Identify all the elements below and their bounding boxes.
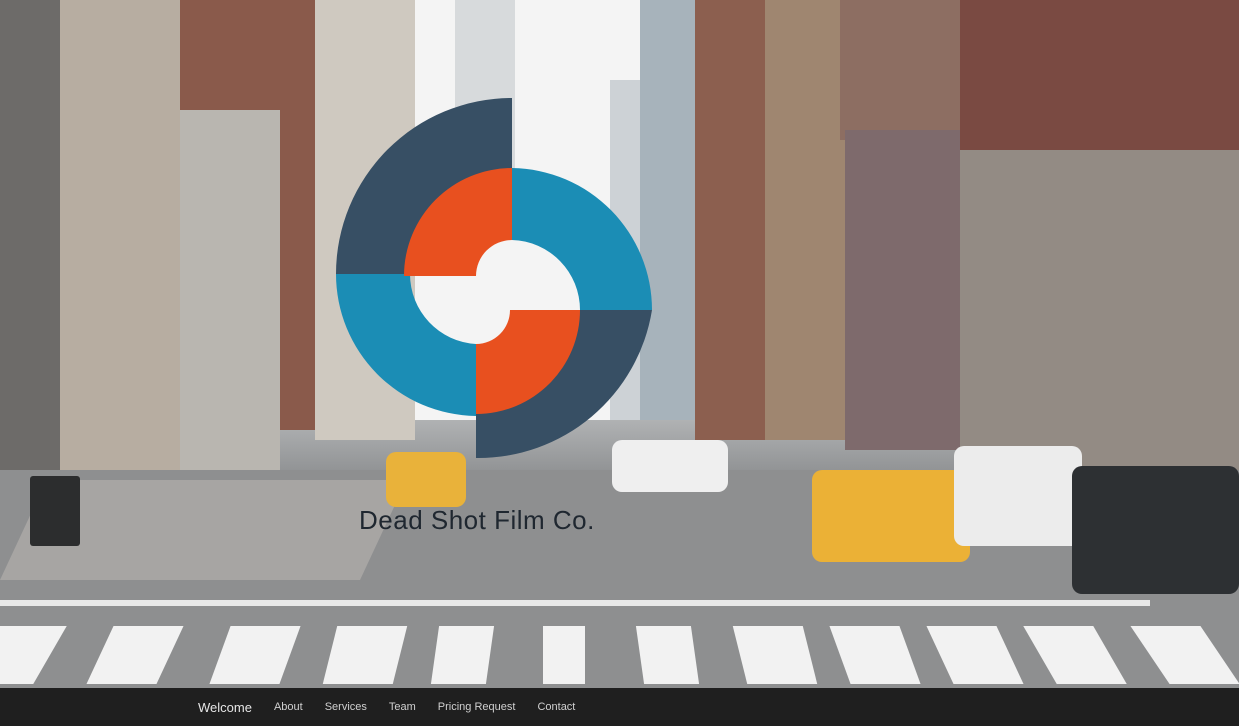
main-navbar: Welcome About Services Team Pricing Requ…	[0, 688, 1239, 726]
nav-item-about[interactable]: About	[274, 701, 303, 713]
crosswalk-stripe	[430, 626, 495, 684]
nav-item-team[interactable]: Team	[389, 701, 416, 713]
van	[954, 446, 1082, 546]
building	[180, 110, 280, 490]
nav-item-welcome[interactable]: Welcome	[198, 700, 252, 715]
nav-list: Welcome About Services Team Pricing Requ…	[198, 700, 597, 715]
crosswalk-stripe	[829, 626, 921, 684]
taxi	[812, 470, 970, 562]
crosswalk-stripe	[209, 626, 301, 684]
crosswalk-stripe	[543, 626, 585, 684]
crosswalk-stripe	[1023, 626, 1127, 684]
crosswalk-stripe	[1130, 626, 1239, 684]
building	[840, 0, 970, 140]
crosswalk-stripe	[0, 626, 67, 684]
building	[695, 0, 775, 440]
nav-item-services[interactable]: Services	[325, 701, 367, 713]
nav-item-contact[interactable]: Contact	[537, 701, 575, 713]
crosswalk-stripe	[926, 626, 1024, 684]
taxi	[386, 452, 466, 507]
nav-item-pricing-request[interactable]: Pricing Request	[438, 701, 516, 713]
trash-bin	[30, 476, 80, 546]
crosswalk-stripe	[732, 626, 818, 684]
crosswalk-stripe	[635, 626, 700, 684]
suv	[1072, 466, 1239, 594]
crosswalk	[0, 626, 1239, 684]
crosswalk-stripe	[86, 626, 184, 684]
building	[845, 130, 975, 450]
stop-line	[0, 600, 1150, 606]
brand-name: Dead Shot Film Co.	[359, 505, 595, 535]
crosswalk-stripe	[322, 626, 408, 684]
building	[960, 150, 1239, 480]
circular-shutter-logo-icon	[335, 98, 652, 459]
building	[60, 0, 185, 500]
hero-background: Dead Shot Film Co.	[0, 0, 1239, 688]
